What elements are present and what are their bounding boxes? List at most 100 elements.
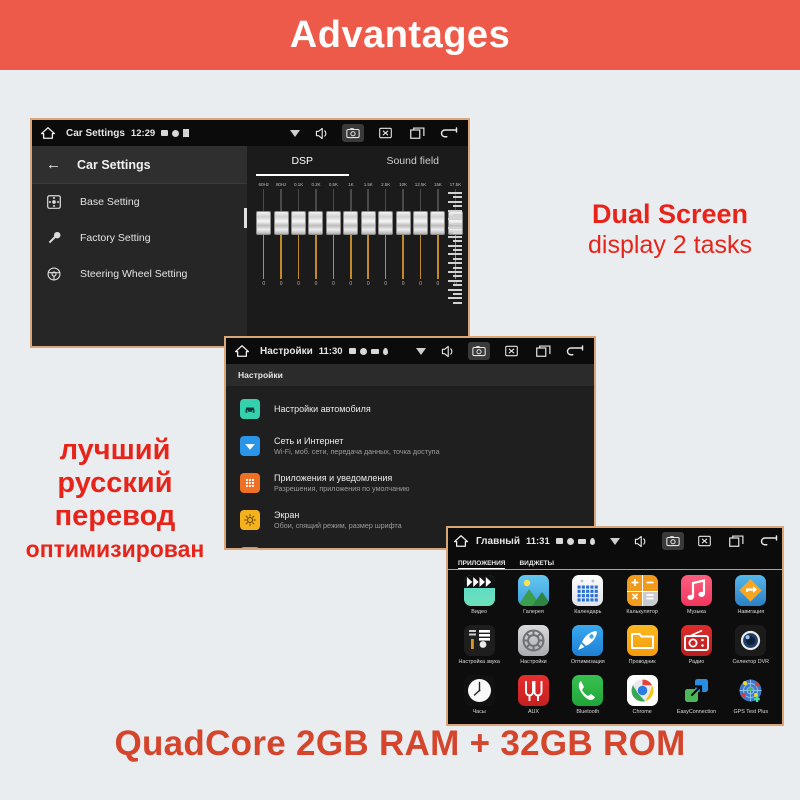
- calendar-icon[interactable]: [572, 575, 604, 606]
- equalizer-band-slider[interactable]: 0: [255, 189, 272, 309]
- gallery-icon[interactable]: [517, 575, 549, 606]
- device-screen-car-settings: Car Settings 12:29 ← Car Settings Base S…: [30, 118, 470, 348]
- sound-mixer-icon[interactable]: [463, 625, 495, 656]
- statusbar-title: Car Settings: [66, 127, 125, 139]
- sidebar-item-steering-wheel-setting[interactable]: Steering Wheel Setting: [32, 256, 247, 292]
- equalizer-band-slider[interactable]: 0: [394, 189, 411, 309]
- brightness-icon: [240, 509, 260, 530]
- launcher-app[interactable]: Галерея: [506, 575, 560, 625]
- settings-list-item[interactable]: Сеть и Интернет Wi-Fi, моб. сети, передач…: [226, 427, 594, 464]
- tab-sound-field[interactable]: Sound field: [358, 146, 469, 176]
- recents-icon[interactable]: [532, 342, 554, 360]
- slider-knob[interactable]: [395, 211, 411, 235]
- equalizer-band-slider[interactable]: 0: [429, 189, 446, 309]
- equalizer-band-slider[interactable]: 0: [272, 189, 289, 309]
- slider-knob[interactable]: [325, 211, 341, 235]
- settings-gear-icon[interactable]: [517, 625, 549, 656]
- equalizer-band-slider[interactable]: 0: [360, 189, 377, 309]
- screenshot-icon[interactable]: [342, 124, 364, 142]
- launcher-app[interactable]: Проводник: [615, 625, 669, 675]
- screenshot-icon[interactable]: [661, 532, 684, 550]
- equalizer-band-slider[interactable]: 0: [290, 189, 307, 309]
- settings-list-item[interactable]: Приложения и уведомления Разрешения, прил…: [226, 464, 594, 501]
- slider-knob[interactable]: [430, 211, 446, 235]
- tab-applications[interactable]: ПРИЛОЖЕНИЯ: [458, 560, 506, 569]
- calculator-icon[interactable]: [626, 575, 658, 606]
- phone-handset-icon[interactable]: [572, 675, 604, 706]
- settings-item-title: Сеть и Интернет: [274, 435, 344, 446]
- slider-knob[interactable]: [308, 211, 324, 235]
- launcher-app[interactable]: Bluetooth: [561, 675, 615, 724]
- screenshot-icon[interactable]: [468, 342, 490, 360]
- folder-icon[interactable]: [626, 625, 658, 656]
- launcher-app[interactable]: Калькулятор: [615, 575, 669, 625]
- back-icon[interactable]: [438, 124, 460, 142]
- statusbar-right-icons: [595, 532, 782, 550]
- slider-knob[interactable]: [413, 211, 428, 235]
- slider-knob[interactable]: [343, 211, 359, 235]
- launcher-app[interactable]: Настройка звука: [452, 625, 506, 675]
- slider-knob[interactable]: [273, 211, 289, 235]
- launcher-app[interactable]: Радио: [669, 625, 723, 675]
- home-icon[interactable]: [232, 345, 252, 357]
- camera-lens-icon[interactable]: [735, 625, 767, 656]
- radio-icon[interactable]: [680, 625, 712, 656]
- gps-radar-icon[interactable]: [735, 675, 767, 706]
- close-x-icon[interactable]: [694, 532, 716, 550]
- recents-icon[interactable]: [726, 532, 748, 550]
- back-icon[interactable]: [758, 532, 780, 550]
- chrome-icon[interactable]: [626, 675, 658, 706]
- launcher-app[interactable]: Видео: [452, 575, 506, 625]
- volume-icon[interactable]: [630, 532, 652, 550]
- settings-item-text: Сеть и Интернет Wi-Fi, моб. сети, передач…: [274, 435, 440, 457]
- volume-icon[interactable]: [436, 342, 458, 360]
- arrow-left-icon[interactable]: ←: [46, 157, 61, 172]
- rocket-icon[interactable]: [572, 625, 604, 656]
- slider-knob[interactable]: [378, 211, 394, 235]
- launcher-app[interactable]: AUX: [506, 675, 560, 724]
- launcher-app[interactable]: Chrome: [615, 675, 669, 724]
- settings-list-item[interactable]: Настройки автомобиля: [226, 390, 594, 427]
- video-clapper-icon[interactable]: [463, 575, 495, 606]
- tab-dsp[interactable]: DSP: [247, 146, 358, 176]
- volume-icon[interactable]: [310, 124, 332, 142]
- tab-widgets[interactable]: ВИДЖЕТЫ: [519, 560, 554, 569]
- equalizer-band-slider[interactable]: 0: [307, 189, 324, 309]
- home-icon[interactable]: [38, 127, 58, 139]
- slider-knob[interactable]: [360, 211, 376, 235]
- launcher-app-label: Галерея: [523, 609, 544, 615]
- equalizer-band-slider[interactable]: 0: [377, 189, 394, 309]
- back-icon[interactable]: [564, 342, 586, 360]
- launcher-app[interactable]: Музыка: [669, 575, 723, 625]
- clock-icon[interactable]: [463, 675, 495, 706]
- slider-track-lower: [384, 235, 387, 279]
- settings-item-description: Разрешения, приложения по умолчанию: [274, 483, 410, 493]
- aux-cable-icon[interactable]: [517, 675, 549, 706]
- launcher-app[interactable]: Календарь: [561, 575, 615, 625]
- launcher-app[interactable]: Селектор DVR: [724, 625, 778, 675]
- equalizer-band-slider[interactable]: 0: [412, 189, 429, 309]
- sidebar-item-base-setting[interactable]: Base Setting: [32, 184, 247, 220]
- recents-icon[interactable]: [406, 124, 428, 142]
- launcher-app[interactable]: EasyConnection: [669, 675, 723, 724]
- launcher-app-label: Настройка звука: [458, 659, 500, 665]
- equalizer-band-slider[interactable]: 0: [342, 189, 359, 309]
- close-x-icon[interactable]: [500, 342, 522, 360]
- launcher-app[interactable]: Навигация: [724, 575, 778, 625]
- home-icon[interactable]: [454, 535, 468, 547]
- music-note-icon[interactable]: [680, 575, 712, 606]
- navigation-arrow-icon[interactable]: [735, 575, 767, 606]
- sidebar-item-factory-setting[interactable]: Factory Setting: [32, 220, 247, 256]
- slider-knob[interactable]: [291, 211, 307, 235]
- screen-mirror-icon[interactable]: [680, 675, 712, 706]
- equalizer-band-slider[interactable]: 0: [325, 189, 342, 309]
- launcher-app[interactable]: Часы: [452, 675, 506, 724]
- slider-knob[interactable]: [256, 211, 272, 235]
- launcher-app[interactable]: GPS Test Plus: [724, 675, 778, 724]
- close-x-icon[interactable]: [374, 124, 396, 142]
- launcher-app[interactable]: Настройки: [506, 625, 560, 675]
- device-screen-russian-settings: Настройки 11:30 Настройки Настройки авто…: [224, 336, 596, 550]
- statusbar-mini-icons: [348, 347, 388, 355]
- bluetooth-icon: [382, 347, 388, 355]
- launcher-app[interactable]: Оптимизация: [561, 625, 615, 675]
